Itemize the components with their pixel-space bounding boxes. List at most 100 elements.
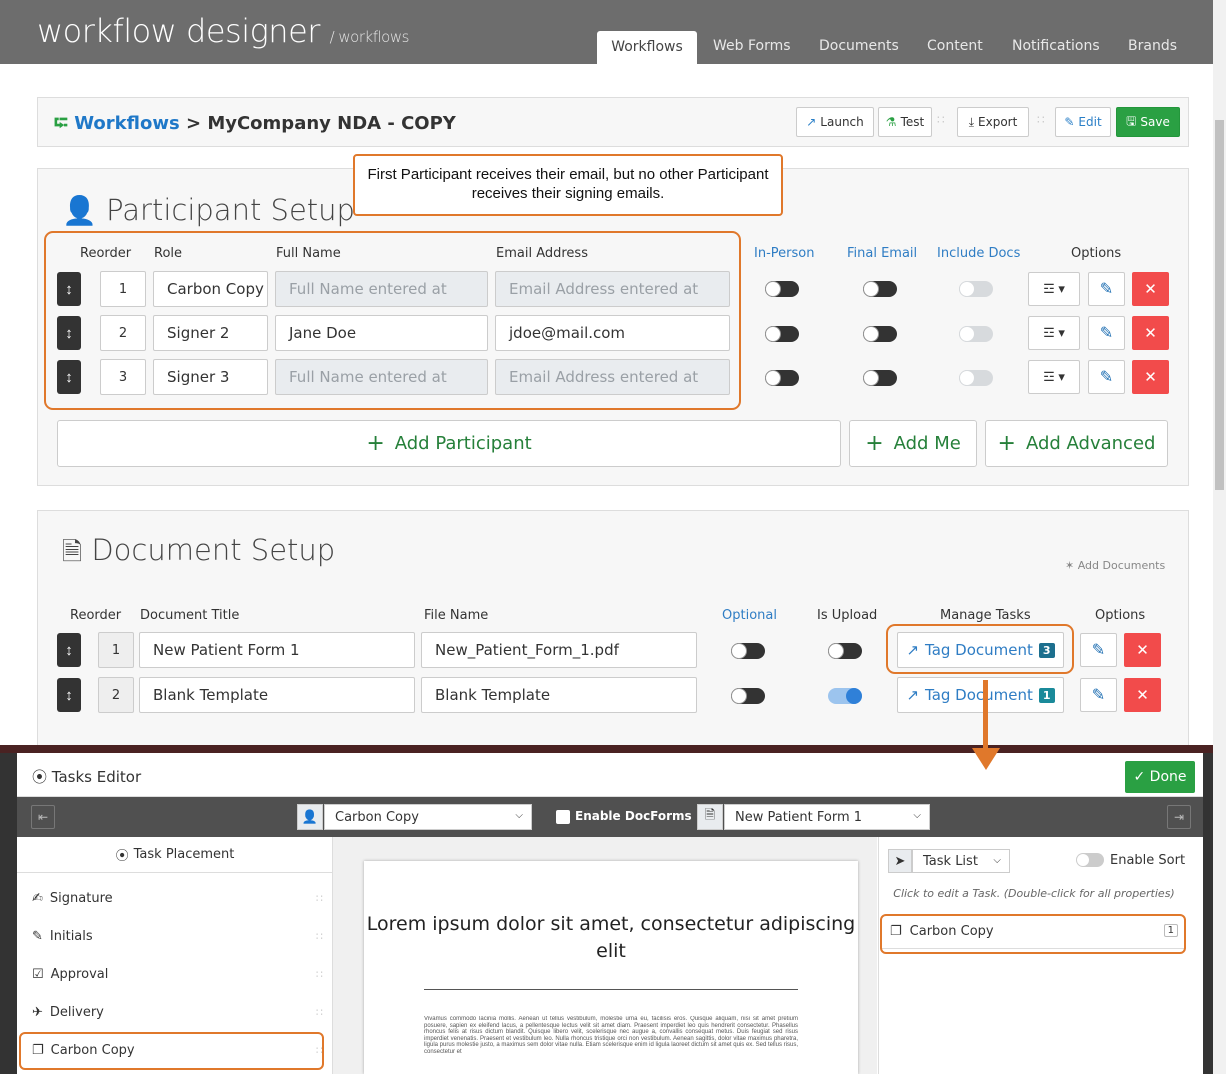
chevron-down-icon: ⌵ — [913, 810, 921, 821]
collapse-left-button[interactable]: ⇤ — [31, 805, 55, 829]
grip-icon: ∷ — [316, 891, 323, 905]
options-dropdown[interactable]: ☲ ▾ — [1028, 316, 1080, 350]
collapse-right-icon: ⇥ — [1173, 810, 1185, 824]
final-email-toggle[interactable] — [863, 281, 897, 297]
task-placement-header: ⦿ Task Placement — [17, 837, 333, 873]
edit-button[interactable]: ✎ Edit — [1055, 107, 1111, 137]
document-title-input[interactable]: New Patient Form 1 — [139, 632, 415, 668]
flask-icon: ⚗ — [885, 115, 897, 129]
floppy-icon: 🖫 — [1126, 113, 1137, 128]
edit-document-button[interactable]: ✎ — [1080, 633, 1117, 667]
task-signature[interactable]: ✍ Signature ∷ — [17, 879, 333, 917]
edit-participant-button[interactable]: ✎ — [1088, 272, 1125, 306]
document-page[interactable]: Lorem ipsum dolor sit amet, consectetur … — [364, 861, 858, 1074]
enable-docforms-checkbox[interactable] — [556, 810, 570, 824]
tab-web-forms[interactable]: Web Forms — [713, 38, 791, 64]
add-documents-link[interactable]: ✶ Add Documents — [1065, 559, 1165, 572]
task-initials[interactable]: ✎ Initials ∷ — [17, 917, 333, 955]
signature-icon: ✍ — [32, 890, 43, 906]
page-body-text: Vivamus commodo lacinia mollis. Aenean u… — [424, 1016, 798, 1055]
delete-document-button[interactable]: ✕ — [1124, 678, 1161, 712]
task-delivery[interactable]: ✈ Delivery ∷ — [17, 993, 333, 1031]
collapse-right-button[interactable]: ⇥ — [1167, 805, 1191, 829]
header-options: Options — [1095, 608, 1146, 623]
add-me-button[interactable]: + Add Me — [849, 420, 977, 467]
participant-select[interactable]: Carbon Copy ⌵ — [324, 804, 532, 830]
document-setup-title: 🗎 Document Setup — [62, 533, 336, 567]
in-person-toggle[interactable] — [765, 326, 799, 342]
document-preview-pane: Lorem ipsum dolor sit amet, consectetur … — [333, 837, 877, 1074]
grip-icon: ∷ — [937, 113, 945, 127]
grip-icon: ∷ — [316, 929, 323, 943]
document-icon: 🗎 — [697, 804, 723, 830]
document-select[interactable]: New Patient Form 1 ⌵ — [724, 804, 930, 830]
page-heading: Lorem ipsum dolor sit amet, consectetur … — [366, 913, 856, 962]
options-dropdown[interactable]: ☲ ▾ — [1028, 272, 1080, 306]
check-icon: ✓ — [1133, 769, 1146, 785]
final-email-toggle[interactable] — [863, 370, 897, 386]
delete-participant-button[interactable]: ✕ — [1132, 360, 1169, 394]
top-bar: workflow designer / workflows Workflows … — [0, 0, 1226, 64]
task-list-select[interactable]: Task List ⌵ — [912, 849, 1010, 873]
done-button[interactable]: ✓ Done — [1125, 761, 1195, 793]
grip-icon: ∷ — [1037, 113, 1045, 127]
task-list-hint: Click to edit a Task. (Double-click for … — [893, 887, 1175, 900]
delete-participant-button[interactable]: ✕ — [1132, 272, 1169, 306]
scrollbar-thumb[interactable] — [1215, 120, 1224, 490]
header-document-title: Document Title — [140, 608, 240, 623]
final-email-toggle[interactable] — [863, 326, 897, 342]
initials-icon: ✎ — [32, 928, 43, 944]
tab-brands[interactable]: Brands — [1128, 38, 1177, 64]
header-reorder: Reorder — [70, 608, 122, 623]
file-name-input[interactable]: Blank Template — [421, 677, 697, 713]
tasks-editor-header: ⦿ Tasks Editor ✓ Done — [17, 753, 1203, 797]
participant-setup-title: 👤 Participant Setup — [62, 193, 355, 227]
order-input[interactable]: 1 — [98, 632, 134, 668]
delete-document-button[interactable]: ✕ — [1124, 633, 1161, 667]
edit-participant-button[interactable]: ✎ — [1088, 360, 1125, 394]
order-input[interactable]: 2 — [98, 677, 134, 713]
is-upload-toggle[interactable] — [828, 688, 862, 704]
optional-toggle[interactable] — [731, 688, 765, 704]
plus-icon: + — [997, 431, 1016, 456]
reorder-handle[interactable]: ↕ — [57, 633, 81, 667]
edit-document-button[interactable]: ✎ — [1080, 678, 1117, 712]
close-icon: ✕ — [1144, 325, 1157, 342]
optional-toggle[interactable] — [731, 643, 765, 659]
is-upload-toggle[interactable] — [828, 643, 862, 659]
tab-content[interactable]: Content — [927, 38, 983, 64]
add-participant-button[interactable]: + Add Participant — [57, 420, 841, 467]
file-name-input[interactable]: New_Patient_Form_1.pdf — [421, 632, 697, 668]
in-person-toggle[interactable] — [765, 370, 799, 386]
document-title-input[interactable]: Blank Template — [139, 677, 415, 713]
cursor-icon: ➤ — [888, 849, 912, 873]
include-docs-toggle — [959, 281, 993, 297]
tag-document-button[interactable]: ↗ Tag Document 1 — [897, 677, 1064, 713]
in-person-toggle[interactable] — [765, 281, 799, 297]
document-icon: 🗎 — [62, 537, 83, 566]
page-scrollbar[interactable] — [1213, 0, 1226, 1074]
test-button[interactable]: ⚗ Test — [878, 107, 932, 137]
enable-sort-toggle[interactable] — [1076, 853, 1104, 867]
save-button[interactable]: 🖫 Save — [1116, 107, 1180, 137]
tasks-editor-toolbar: ⇤ 👤 Carbon Copy ⌵ Enable DocForms 🗎 New P… — [17, 797, 1203, 837]
header-in-person: In-Person — [754, 246, 815, 261]
export-button[interactable]: ⤓ Export — [957, 107, 1029, 137]
tab-documents[interactable]: Documents — [819, 38, 899, 64]
delete-participant-button[interactable]: ✕ — [1132, 316, 1169, 350]
tab-notifications[interactable]: Notifications — [1012, 38, 1100, 64]
options-dropdown[interactable]: ☲ ▾ — [1028, 360, 1080, 394]
launch-button[interactable]: ↗ Launch — [796, 107, 874, 137]
breadcrumb-link-workflows[interactable]: Workflows — [74, 113, 179, 134]
external-link-icon: ↗ — [806, 115, 817, 129]
plus-icon: + — [865, 431, 884, 456]
tab-workflows[interactable]: Workflows — [597, 31, 697, 64]
annotation-note: First Participant receives their email, … — [353, 154, 783, 216]
app-title: workflow designer / workflows — [37, 12, 409, 50]
add-advanced-button[interactable]: + Add Advanced — [985, 420, 1168, 467]
task-approval[interactable]: ☑ Approval ∷ — [17, 955, 333, 993]
edit-participant-button[interactable]: ✎ — [1088, 316, 1125, 350]
breadcrumb: ⮓ Workflows > MyCompany NDA - COPY — [54, 111, 456, 141]
reorder-handle[interactable]: ↕ — [57, 678, 81, 712]
pin-icon: ✶ — [1065, 559, 1075, 572]
